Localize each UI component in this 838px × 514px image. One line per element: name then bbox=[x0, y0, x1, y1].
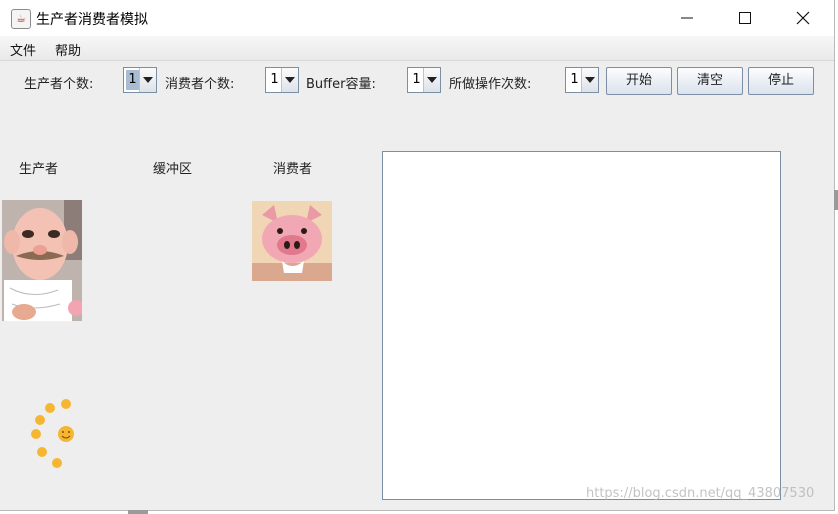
consumer-count-value: 1 bbox=[270, 72, 279, 87]
chevron-down-icon bbox=[143, 77, 153, 83]
operation-count-select[interactable]: 1 bbox=[565, 67, 599, 93]
consumer-count-label: 消费者个数: bbox=[165, 77, 235, 92]
maximize-icon bbox=[739, 12, 751, 24]
operation-count-value: 1 bbox=[570, 72, 579, 87]
producer-count-select[interactable]: 1 bbox=[123, 67, 157, 93]
window-title: 生产者消费者模拟 bbox=[36, 12, 148, 28]
stop-button[interactable]: 停止 bbox=[748, 67, 814, 95]
menu-file[interactable]: 文件 bbox=[10, 40, 36, 59]
buffer-capacity-label: Buffer容量: bbox=[306, 77, 376, 92]
watermark: https://blog.csdn.net/qq_43807530 bbox=[586, 486, 815, 501]
buffer-capacity-dropdown-arrow[interactable] bbox=[423, 68, 440, 92]
bottom-edge-mark bbox=[128, 510, 148, 514]
chevron-down-icon bbox=[285, 77, 295, 83]
producer-count-value: 1 bbox=[126, 70, 139, 90]
menu-bar: 文件 帮助 bbox=[0, 36, 834, 61]
producer-count-label: 生产者个数: bbox=[24, 77, 94, 92]
consumer-count-select[interactable]: 1 bbox=[265, 67, 299, 93]
smiley-faces-icon bbox=[28, 396, 84, 476]
consumer-section-label: 消费者 bbox=[273, 162, 313, 177]
operation-count-dropdown-arrow[interactable] bbox=[581, 68, 598, 92]
consumer-count-dropdown-arrow[interactable] bbox=[281, 68, 298, 92]
minimize-icon bbox=[681, 17, 693, 19]
resize-handle[interactable] bbox=[834, 190, 838, 210]
buffer-capacity-value: 1 bbox=[412, 72, 421, 87]
app-window: ☕ 生产者消费者模拟 文件 帮助 生产者个数: 1 消费者个数: 1 Buffe… bbox=[0, 0, 835, 511]
chevron-down-icon bbox=[585, 77, 595, 83]
producer-section-label: 生产者 bbox=[19, 162, 59, 177]
close-icon bbox=[796, 11, 810, 25]
maximize-button[interactable] bbox=[722, 0, 768, 36]
buffer-capacity-select[interactable]: 1 bbox=[407, 67, 441, 93]
log-text-area[interactable] bbox=[382, 151, 781, 500]
consumer-image bbox=[252, 201, 332, 281]
producer-image bbox=[2, 200, 82, 321]
java-cup-icon: ☕ bbox=[11, 9, 31, 29]
chevron-down-icon bbox=[427, 77, 437, 83]
menu-help[interactable]: 帮助 bbox=[55, 40, 81, 59]
producer-count-dropdown-arrow[interactable] bbox=[139, 68, 156, 92]
start-button[interactable]: 开始 bbox=[606, 67, 672, 95]
title-bar[interactable]: ☕ 生产者消费者模拟 bbox=[0, 0, 834, 36]
clear-button[interactable]: 清空 bbox=[677, 67, 743, 95]
buffer-section-label: 缓冲区 bbox=[153, 162, 193, 177]
operation-count-label: 所做操作次数: bbox=[449, 77, 532, 92]
close-button[interactable] bbox=[780, 0, 826, 36]
minimize-button[interactable] bbox=[664, 0, 710, 36]
